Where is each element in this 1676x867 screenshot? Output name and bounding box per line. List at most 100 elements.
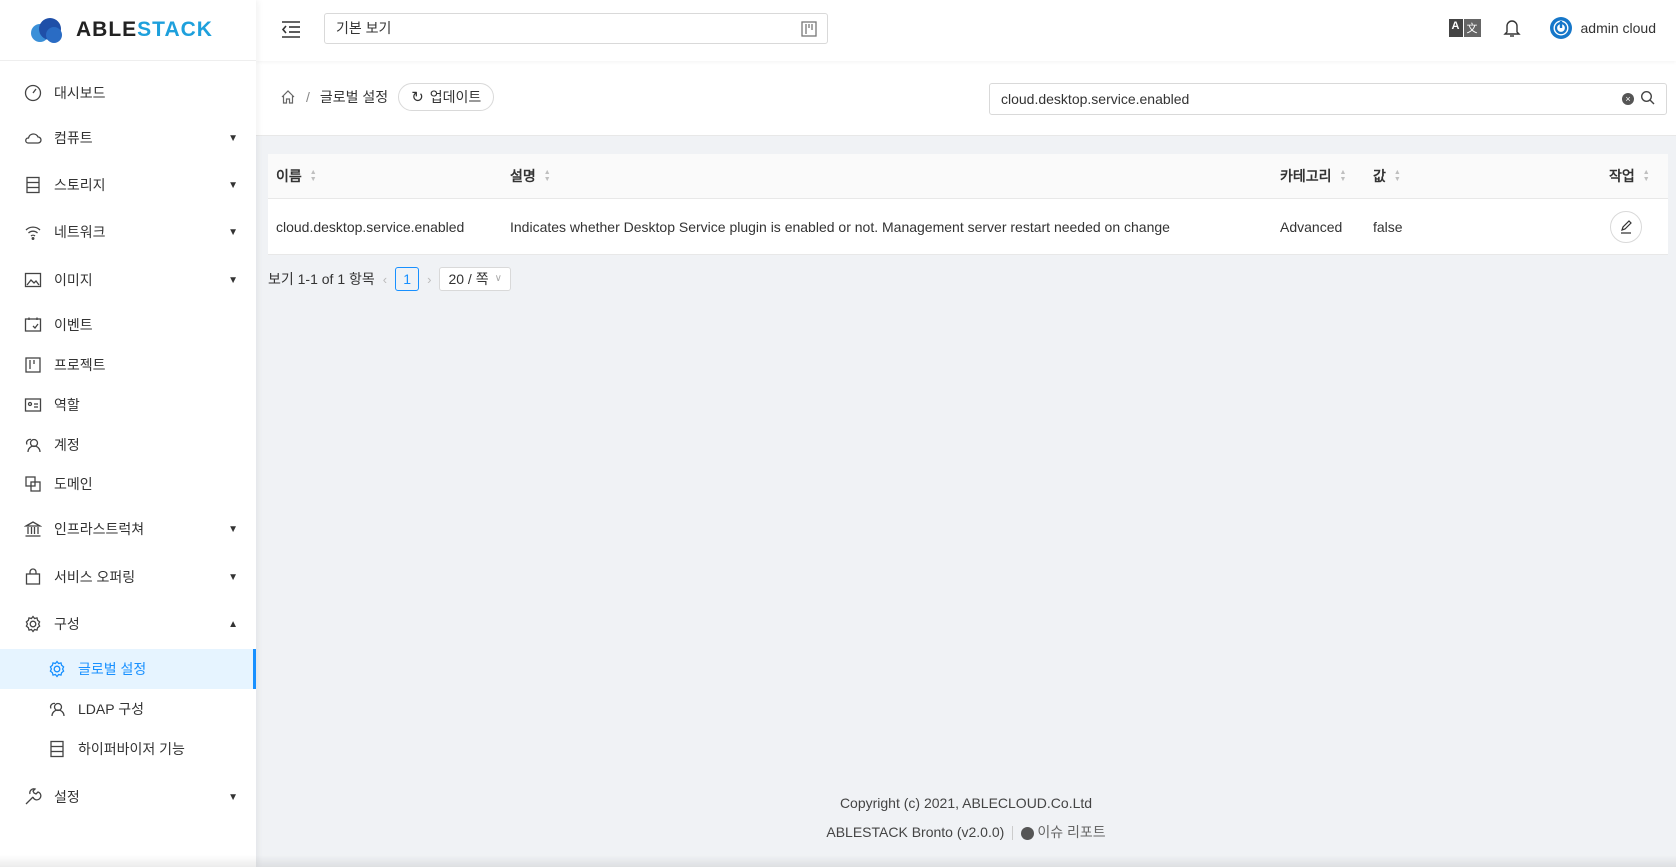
sidebar-item-15[interactable]: LDAP 구성 xyxy=(0,689,256,729)
user-name[interactable]: admin cloud xyxy=(1581,20,1657,36)
team-icon xyxy=(24,436,42,454)
cloud-icon xyxy=(24,129,42,147)
chevron-up-icon: ▲ xyxy=(228,618,238,630)
sidebar-item-3[interactable]: 스토리지 ▼ xyxy=(0,165,256,205)
next-page-button[interactable]: › xyxy=(427,272,431,287)
block-icon xyxy=(24,475,42,493)
sidebar-item-6[interactable]: 이벤트 xyxy=(0,305,256,345)
refresh-button[interactable]: ↻ 업데이트 xyxy=(398,83,495,111)
chevron-down-icon: ▼ xyxy=(228,571,238,583)
footer: Copyright (c) 2021, ABLECLOUD.Co.Ltd ABL… xyxy=(256,795,1676,853)
sidebar-item-label: 네트워크 xyxy=(54,224,106,240)
setting-icon xyxy=(24,615,42,633)
top-header: 기본 보기 A文 admin cloud xyxy=(256,0,1676,61)
breadcrumb: / 글로벌 설정 ↻ 업데이트 xyxy=(280,83,495,111)
translate-icon[interactable]: A文 xyxy=(1448,19,1481,37)
view-select[interactable]: 기본 보기 xyxy=(324,13,828,44)
sidebar-item-16[interactable]: 하이퍼바이저 기능 xyxy=(0,729,256,769)
sidebar-item-17[interactable]: 설정 ▼ xyxy=(0,777,256,817)
sidebar-item-8[interactable]: 역할 xyxy=(0,385,256,425)
clear-icon[interactable]: × xyxy=(1622,93,1634,105)
bell-icon[interactable] xyxy=(1502,18,1521,38)
page-size-value: 20 / 쪽 xyxy=(448,271,489,287)
column-header-description[interactable]: 설명 ▲ ▼ xyxy=(510,154,551,198)
github-icon xyxy=(1021,826,1035,840)
sidebar-item-13[interactable]: 구성 ▲ xyxy=(0,604,256,644)
dashboard-icon xyxy=(24,84,42,102)
sidebar-item-12[interactable]: 서비스 오퍼링 ▼ xyxy=(0,557,256,597)
bottom-shadow xyxy=(0,855,1676,867)
storage-icon xyxy=(24,176,42,194)
chevron-down-icon: ▼ xyxy=(228,523,238,535)
sidebar-item-2[interactable]: 컴퓨트 ▼ xyxy=(0,118,256,158)
sidebar-item-label: 이벤트 xyxy=(54,317,93,333)
avatar-icon[interactable] xyxy=(1549,16,1573,40)
sidebar-item-11[interactable]: 인프라스트럭쳐 ▼ xyxy=(0,509,256,549)
sort-icon: ▲ ▼ xyxy=(543,169,551,183)
sidebar-item-label: 스토리지 xyxy=(54,177,106,193)
tool-icon xyxy=(24,788,42,806)
sidebar-item-7[interactable]: 프로젝트 xyxy=(0,345,256,385)
prev-page-button[interactable]: ‹ xyxy=(383,272,387,287)
storage-icon xyxy=(48,740,66,758)
chevron-down-icon: ▼ xyxy=(228,274,238,286)
chevron-down-icon: ▼ xyxy=(228,226,238,238)
logo[interactable]: ABLESTACK xyxy=(0,0,256,61)
column-header-action[interactable]: 작업 ▲ ▼ xyxy=(1609,154,1650,198)
column-header-category[interactable]: 카테고리 ▲ ▼ xyxy=(1280,154,1346,198)
cell-category: Advanced xyxy=(1280,218,1343,235)
project-icon xyxy=(24,356,42,374)
idcard-icon xyxy=(24,396,42,414)
sidebar-item-5[interactable]: 이미지 ▼ xyxy=(0,260,256,300)
sidebar-item-1[interactable]: 대시보드 xyxy=(0,73,256,113)
column-header-value[interactable]: 값 ▲ ▼ xyxy=(1373,154,1401,198)
column-label: 값 xyxy=(1373,168,1386,184)
edit-button[interactable] xyxy=(1610,210,1642,243)
sidebar-item-label: 이미지 xyxy=(54,272,93,288)
shopping-icon xyxy=(24,568,42,586)
sidebar-item-label: 컴퓨트 xyxy=(54,130,93,146)
menu-fold-icon[interactable] xyxy=(280,18,302,40)
cell-description: Indicates whether Desktop Service plugin… xyxy=(510,218,1170,235)
schedule-icon xyxy=(24,316,42,334)
breadcrumb-separator: / xyxy=(306,89,310,105)
home-icon[interactable] xyxy=(280,89,296,105)
reload-icon: ↻ xyxy=(411,89,424,106)
breadcrumb-bar: / 글로벌 설정 ↻ 업데이트 cloud.desktop.service.ena… xyxy=(256,61,1676,136)
sidebar-item-14[interactable]: 글로벌 설정 xyxy=(0,649,256,689)
chevron-down-icon: ∨ xyxy=(494,273,502,284)
search-input[interactable]: cloud.desktop.service.enabled × xyxy=(989,83,1667,115)
page-size-select[interactable]: 20 / 쪽 ∨ xyxy=(439,267,511,291)
picture-icon xyxy=(24,271,42,289)
sidebar-item-label: 하이퍼바이저 기능 xyxy=(78,741,185,757)
sidebar-item-9[interactable]: 계정 xyxy=(0,425,256,465)
sidebar-item-label: 계정 xyxy=(54,437,80,453)
wifi-icon xyxy=(24,223,42,241)
chevron-down-icon: ▼ xyxy=(228,132,238,144)
page-button[interactable]: 1 xyxy=(395,267,420,291)
sidebar-item-10[interactable]: 도메인 xyxy=(0,464,256,504)
project-icon xyxy=(801,21,817,37)
sidebar-item-label: 대시보드 xyxy=(54,85,106,101)
cell-value: false xyxy=(1373,218,1403,235)
column-label: 작업 xyxy=(1609,168,1635,184)
setting-icon xyxy=(48,660,66,678)
view-select-value: 기본 보기 xyxy=(336,20,392,36)
chevron-down-icon: ▼ xyxy=(228,179,238,191)
search-icon[interactable] xyxy=(1640,90,1656,106)
chevron-down-icon: ▼ xyxy=(228,791,238,803)
sidebar-item-label: LDAP 구성 xyxy=(78,701,144,717)
sidebar-item-label: 글로벌 설정 xyxy=(78,661,147,677)
sort-icon: ▲ ▼ xyxy=(1393,169,1401,183)
breadcrumb-current: 글로벌 설정 xyxy=(319,89,389,105)
refresh-label: 업데이트 xyxy=(429,89,482,105)
sidebar-item-label: 역할 xyxy=(54,397,80,413)
logo-text: ABLESTACK xyxy=(76,18,213,41)
sidebar-item-label: 도메인 xyxy=(54,476,93,492)
pagination-summary: 보기 1-1 of 1 항목 xyxy=(268,271,375,287)
issue-report-link[interactable]: 이슈 리포트 xyxy=(1037,824,1105,840)
table-header: 이름 ▲ ▼ 설명 ▲ ▼ 카테고리 ▲ ▼ 값 ▲ ▼ 작업 ▲ ▼ xyxy=(268,154,1668,199)
version-text: ABLESTACK Bronto (v2.0.0) xyxy=(826,824,1005,840)
sidebar-item-4[interactable]: 네트워크 ▼ xyxy=(0,212,256,252)
column-header-name[interactable]: 이름 ▲ ▼ xyxy=(276,154,317,198)
